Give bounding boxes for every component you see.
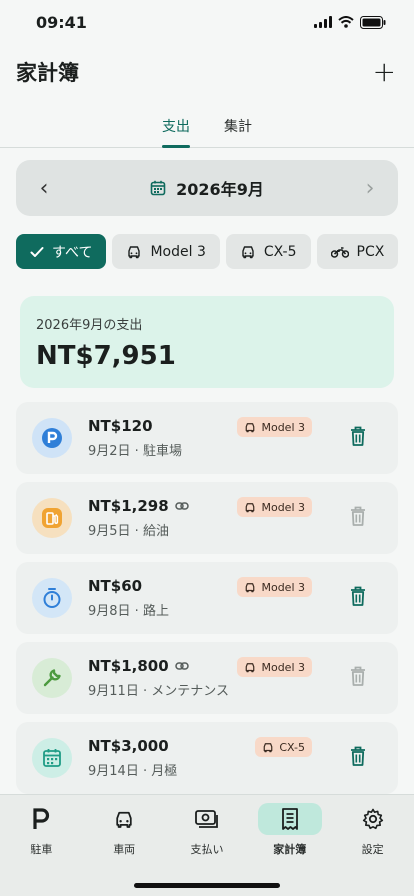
- nav-label: 設定: [361, 843, 384, 856]
- status-time: 09:41: [36, 12, 87, 32]
- expense-detail: 9月2日 · 駐車場: [88, 444, 182, 459]
- car-icon: [128, 245, 141, 258]
- filter-chip-label: すべて: [52, 244, 93, 261]
- filter-chip-all[interactable]: すべて: [16, 234, 107, 269]
- expense-detail: 9月5日 · 給油: [88, 524, 169, 539]
- calendar-icon: [150, 180, 166, 196]
- car-icon: [246, 502, 255, 512]
- nav-item-vehicles[interactable]: 車両: [87, 803, 161, 857]
- expense-detail: 9月8日 · 路上: [88, 604, 169, 619]
- receipt-icon: [281, 808, 298, 830]
- vehicle-badge: CX-5: [255, 737, 312, 757]
- month-navigator: ‹ 2026年9月 ›: [16, 160, 398, 216]
- nav-label: 駐車: [30, 843, 53, 856]
- expense-item[interactable]: NT$120 9月2日 · 駐車場 Model 3: [16, 402, 398, 474]
- vehicle-badge-label: Model 3: [261, 580, 305, 594]
- vehicle-badge: Model 3: [237, 497, 312, 517]
- tab-summary[interactable]: 集計: [223, 108, 253, 147]
- filter-chip-pcx[interactable]: PCX: [316, 234, 399, 269]
- wifi-icon: [338, 16, 354, 28]
- delete-icon[interactable]: [350, 746, 366, 766]
- nav-label: 支払い: [190, 843, 224, 856]
- expense-detail: 9月14日 · 月極: [88, 764, 178, 779]
- car-icon: [246, 582, 255, 592]
- gear-icon: [362, 808, 383, 830]
- vehicle-badge-label: CX-5: [279, 740, 305, 754]
- expense-item[interactable]: NT$60 9月8日 · 路上 Model 3: [16, 562, 398, 634]
- nav-label: 家計簿: [273, 843, 307, 856]
- delete-icon-disabled: [351, 506, 365, 526]
- expense-amount: NT$1,298: [88, 497, 169, 515]
- link-icon: [174, 502, 189, 510]
- expense-list: NT$120 9月2日 · 駐車場 Model 3 NT$1,298 9月5日 …: [16, 402, 398, 802]
- check-icon: [30, 246, 44, 257]
- vehicle-badge-label: Model 3: [261, 500, 305, 514]
- tab-bar: 支出 集計: [0, 108, 414, 148]
- delete-icon-disabled: [351, 666, 365, 686]
- status-bar: 09:41: [0, 0, 414, 44]
- vehicle-badge-label: Model 3: [261, 660, 305, 674]
- parking-letter-icon: [33, 808, 50, 829]
- nav-item-household-ledger[interactable]: 家計簿: [253, 803, 327, 857]
- car-icon: [242, 245, 254, 258]
- vehicle-badge: Model 3: [237, 417, 312, 437]
- monthly-summary-card: 2026年9月の支出 NT$7,951: [20, 296, 394, 388]
- month-label: 2026年9月: [176, 180, 264, 199]
- nav-item-payment[interactable]: 支払い: [170, 803, 244, 857]
- payment-icon: [195, 810, 218, 828]
- car-icon: [116, 811, 132, 828]
- vehicle-badge: Model 3: [237, 657, 312, 677]
- prev-month-button[interactable]: ‹: [34, 176, 54, 201]
- expense-amount: NT$1,800: [88, 657, 169, 675]
- fuel-icon: [32, 498, 72, 538]
- summary-label: 2026年9月の支出: [36, 318, 143, 333]
- filter-chip-model3[interactable]: Model 3: [112, 234, 220, 269]
- car-icon: [246, 662, 255, 672]
- month-display[interactable]: 2026年9月: [150, 176, 264, 200]
- page-title: 家計簿: [16, 61, 79, 85]
- filter-chip-label: Model 3: [150, 243, 206, 260]
- expense-detail: 9月11日 · メンテナンス: [88, 684, 229, 699]
- calendar-icon: [32, 738, 72, 778]
- header: 家計簿 +: [16, 52, 398, 92]
- parking-icon: [32, 418, 72, 458]
- vehicle-badge-label: Model 3: [261, 420, 305, 434]
- nav-item-parking[interactable]: 駐車: [4, 803, 78, 857]
- delete-icon[interactable]: [350, 586, 366, 606]
- timer-icon: [32, 578, 72, 618]
- link-icon: [174, 662, 189, 670]
- wrench-icon: [32, 658, 72, 698]
- expense-item[interactable]: NT$1,298 9月5日 · 給油 Model 3: [16, 482, 398, 554]
- expense-amount: NT$120: [88, 417, 153, 435]
- summary-amount: NT$7,951: [36, 341, 176, 371]
- home-indicator: [134, 883, 280, 888]
- nav-item-settings[interactable]: 設定: [336, 803, 410, 857]
- car-icon: [264, 742, 273, 752]
- nav-label: 車両: [113, 843, 136, 856]
- battery-icon: [360, 15, 386, 29]
- next-month-button[interactable]: ›: [360, 176, 380, 201]
- expense-amount: NT$3,000: [88, 737, 169, 755]
- tab-expenses[interactable]: 支出: [161, 108, 191, 148]
- filter-chip-cx5[interactable]: CX-5: [225, 234, 311, 269]
- bottom-navigation: 駐車 車両 支払い 家計簿 設定: [0, 794, 414, 896]
- status-icons: [314, 15, 386, 29]
- vehicle-badge: Model 3: [237, 577, 312, 597]
- filter-chip-label: CX-5: [263, 243, 297, 260]
- expense-amount: NT$60: [88, 577, 143, 595]
- signal-icon: [314, 16, 332, 28]
- car-icon: [246, 422, 255, 432]
- add-expense-button[interactable]: +: [371, 58, 398, 86]
- expense-item[interactable]: NT$3,000 9月14日 · 月極 CX-5: [16, 722, 398, 794]
- filter-chip-label: PCX: [356, 243, 385, 260]
- motorcycle-icon: [330, 246, 349, 258]
- delete-icon[interactable]: [350, 426, 366, 446]
- vehicle-filter-chips: すべて Model 3 CX-5 PCX: [16, 234, 414, 270]
- expense-item[interactable]: NT$1,800 9月11日 · メンテナンス Model 3: [16, 642, 398, 714]
